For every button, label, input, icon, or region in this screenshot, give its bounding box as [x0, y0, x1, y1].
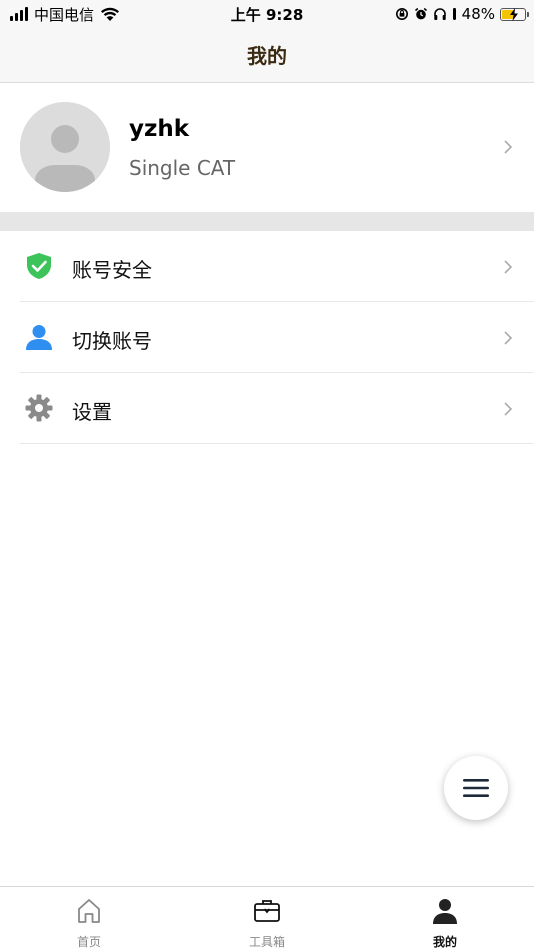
toolbox-icon: [254, 900, 280, 922]
person-icon: [433, 899, 457, 924]
profile-name: yzhk: [129, 116, 190, 142]
chevron-right-icon: [504, 331, 513, 345]
home-icon: [78, 899, 100, 923]
chevron-right-icon: [504, 260, 513, 274]
battery-icon: [500, 7, 529, 21]
headphones-icon: [433, 8, 446, 20]
menu-item-label: 账号安全: [72, 258, 152, 282]
gear-icon: [25, 394, 53, 422]
menu-item-label: 设置: [72, 400, 112, 424]
location-bar-icon: [452, 8, 456, 20]
alarm-icon: [414, 7, 427, 20]
page-title: 我的: [247, 44, 287, 68]
tab-home[interactable]: 首页: [0, 887, 178, 950]
menu-item-label: 切换账号: [72, 329, 152, 353]
tab-me[interactable]: 我的: [356, 887, 534, 950]
avatar[interactable]: [20, 102, 110, 192]
settings-menu: 账号安全 切换账号 设置: [0, 231, 534, 444]
shield-check-icon: [27, 253, 51, 279]
menu-item-settings[interactable]: 设置: [0, 373, 534, 444]
default-avatar-icon: [20, 102, 110, 192]
battery-percent: 48%: [461, 5, 495, 23]
user-icon: [26, 325, 52, 350]
rotation-lock-icon: [395, 8, 408, 20]
profile-subtitle: Single CAT: [129, 156, 236, 180]
profile-card[interactable]: yzhk Single CAT: [0, 84, 534, 212]
chevron-right-icon: [504, 402, 513, 416]
chevron-right-icon: [504, 140, 513, 154]
tab-label: 我的: [432, 935, 457, 949]
divider: [20, 443, 534, 444]
tab-label: 首页: [76, 935, 101, 949]
charging-bolt-icon: [510, 7, 518, 21]
status-right: 48%: [395, 5, 529, 23]
status-bar: 中国电信 上午 9:28 48%: [0, 0, 534, 28]
menu-item-switch-account[interactable]: 切换账号: [0, 302, 534, 373]
tab-bar: 首页 工具箱 我的: [0, 886, 534, 950]
tab-toolbox[interactable]: 工具箱: [178, 887, 356, 950]
floating-menu-button[interactable]: [444, 756, 508, 820]
hamburger-menu-icon: [463, 779, 489, 797]
nav-bar: 我的: [0, 28, 534, 83]
menu-item-account-security[interactable]: 账号安全: [0, 231, 534, 302]
section-separator: [0, 212, 534, 231]
tab-label: 工具箱: [248, 935, 285, 949]
